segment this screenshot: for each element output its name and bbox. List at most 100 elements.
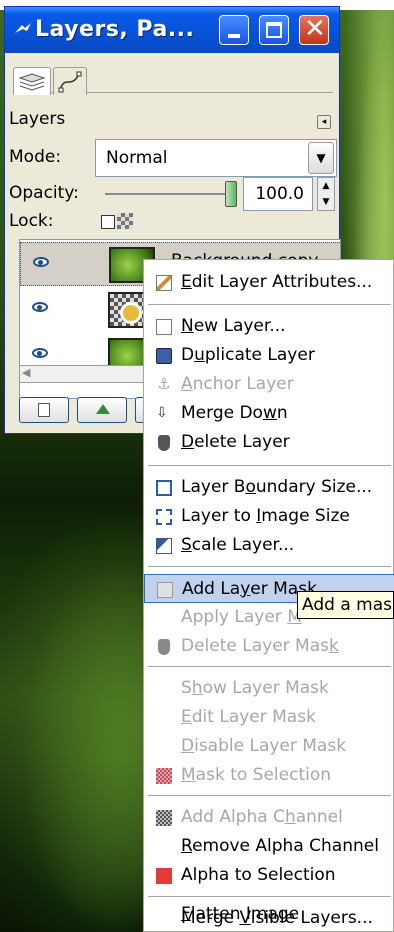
menu-item-label: Duplicate Layer [181, 345, 315, 365]
spin-up-icon: ▲ [322, 181, 330, 191]
layer-to-image-icon [156, 509, 172, 525]
chevron-down-icon: ▼ [316, 151, 326, 165]
menu-item[interactable]: Duplicate Layer [144, 341, 394, 370]
menu-item[interactable]: Remove Alpha Channel [144, 832, 394, 861]
alpha-icon [156, 810, 172, 826]
menu-item[interactable]: Edit Layer Mask [144, 703, 394, 732]
tab-layers[interactable] [13, 67, 51, 95]
paths-icon [58, 71, 82, 93]
menu-item-label: Remove Alpha Channel [181, 836, 379, 856]
menu-item-label: New Layer... [181, 316, 286, 336]
close-icon: ✕ [304, 14, 326, 44]
horizontal-scrollbar[interactable]: ◀ [19, 365, 159, 383]
opacity-label: Opacity: [9, 183, 79, 203]
eye-icon[interactable] [32, 348, 48, 358]
menu-item-label: Layer to Image Size [181, 506, 350, 526]
new-layer-icon [156, 319, 172, 335]
menu-item[interactable]: New Layer... [144, 312, 394, 341]
menu-item[interactable]: Edit Layer Attributes... [144, 268, 394, 297]
lock-alpha-checkbox[interactable] [101, 215, 115, 229]
maximize-button[interactable] [259, 15, 289, 45]
menu-item[interactable]: Add Alpha Channel [144, 803, 394, 832]
merge-down-icon: ⇩ [156, 405, 168, 421]
edit-icon [156, 275, 172, 291]
window-title: Layers, Pa... [35, 17, 195, 42]
lock-label: Lock: [9, 211, 54, 231]
menu-item-label: Apply Layer M [181, 607, 302, 627]
menu-item-label: Scale Layer... [181, 535, 295, 555]
menu-item[interactable]: Show Layer Mask [144, 674, 394, 703]
duplicate-icon [156, 348, 172, 364]
menu-separator [148, 304, 391, 305]
menu-item[interactable]: ⇩ Merge Down [144, 399, 394, 428]
menu-item-label: Layer Boundary Size... [181, 477, 373, 497]
mode-value: Normal [106, 148, 168, 168]
menu-item-label: Add Alpha Channel [181, 807, 343, 827]
eye-icon[interactable] [33, 257, 49, 267]
menu-separator [148, 566, 391, 567]
eye-icon[interactable] [32, 302, 48, 312]
menu-item[interactable]: Flatten Image [144, 900, 394, 929]
menu-item-label: Alpha to Selection [181, 865, 336, 885]
opacity-slider-track[interactable] [105, 193, 227, 195]
opacity-spinner[interactable]: ▲ ▼ [317, 177, 335, 211]
menu-separator [148, 666, 391, 667]
dropdown-button[interactable]: ▼ [308, 142, 334, 174]
mask-selection-icon [156, 768, 172, 784]
delete-icon [158, 435, 170, 451]
menu-separator [148, 795, 391, 796]
alpha-selection-icon [156, 868, 172, 884]
menu-item[interactable]: ⚓ Anchor Layer [144, 370, 394, 399]
mode-label: Mode: [9, 147, 62, 167]
scroll-left-icon: ◀ [22, 366, 31, 379]
layers-icon [18, 73, 46, 91]
minimize-button[interactable] [219, 15, 249, 45]
new-layer-icon [38, 403, 50, 417]
raise-layer-button[interactable] [77, 397, 127, 423]
menu-item-label: Merge Down [181, 403, 288, 423]
dock-tabs [13, 63, 333, 95]
menu-item-label: Show Layer Mask [181, 678, 329, 698]
tooltip: Add a mas [297, 591, 394, 619]
add-mask-icon [157, 582, 173, 598]
tab-menu-button[interactable]: ◂ [317, 115, 331, 129]
scale-icon [156, 538, 172, 554]
opacity-input[interactable]: 100.0 [243, 177, 313, 211]
menu-item[interactable]: Layer to Image Size [144, 502, 394, 531]
gimp-icon [15, 23, 31, 33]
layer-boundary-icon [156, 480, 172, 496]
menu-separator [148, 465, 391, 466]
close-button[interactable]: ✕ [299, 14, 329, 45]
menu-item[interactable]: Alpha to Selection [144, 861, 394, 890]
menu-item[interactable]: Mask to Selection [144, 761, 394, 790]
new-layer-button[interactable] [19, 397, 69, 423]
menu-item-label: Edit Layer Mask [181, 707, 316, 727]
titlebar[interactable]: Layers, Pa... ✕ [5, 7, 339, 53]
tab-paths[interactable] [53, 67, 87, 95]
layers-section-label: Layers [9, 109, 66, 129]
menu-item-label: Edit Layer Attributes... [181, 272, 373, 292]
menu-item-label: Delete Layer [181, 432, 290, 452]
opacity-value: 100.0 [255, 184, 304, 204]
menu-item-label: Delete Layer Mask [181, 636, 339, 656]
menu-separator [148, 896, 391, 897]
delete-icon [158, 639, 170, 655]
menu-item-label: Disable Layer Mask [181, 736, 347, 756]
anchor-icon: ⚓ [157, 375, 171, 393]
triangle-left-icon: ◂ [321, 117, 327, 127]
menu-item[interactable]: Layer Boundary Size... [144, 473, 394, 502]
menu-item-label: Anchor Layer [181, 374, 294, 394]
arrow-up-icon [96, 404, 110, 414]
menu-item-label: Flatten Image [181, 904, 300, 924]
maximize-icon [266, 22, 282, 38]
menu-item[interactable]: Delete Layer Mask [144, 632, 394, 661]
menu-item-label: Mask to Selection [181, 765, 332, 785]
mode-select[interactable]: Normal ▼ [95, 139, 337, 177]
menu-item[interactable]: Disable Layer Mask [144, 732, 394, 761]
lock-alpha-icon [117, 213, 133, 229]
spin-down-icon: ▼ [322, 197, 330, 207]
menu-item[interactable]: Scale Layer... [144, 531, 394, 560]
opacity-slider-handle[interactable] [225, 181, 237, 207]
menu-item[interactable]: Delete Layer [144, 428, 394, 457]
minimize-icon [228, 34, 240, 38]
